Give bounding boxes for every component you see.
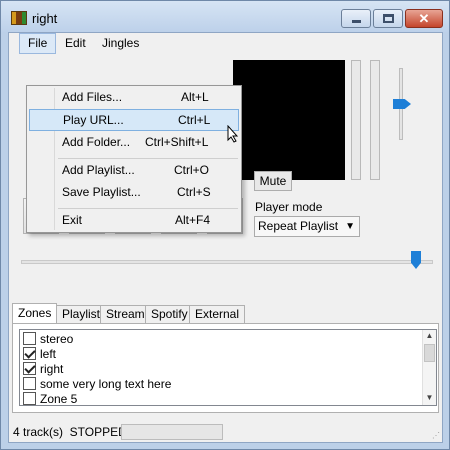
player-mode-value: Repeat Playlist xyxy=(258,219,339,233)
list-item[interactable]: Zone 5 xyxy=(23,391,78,406)
close-icon: ✕ xyxy=(418,11,430,26)
tab-zones[interactable]: Zones xyxy=(12,303,58,324)
tab-external[interactable]: External xyxy=(189,305,246,323)
position-slider-track[interactable] xyxy=(21,260,433,264)
menu-item-label: Play URL... xyxy=(63,113,124,127)
menu-item-label: Add Files... xyxy=(62,90,123,104)
zone-label: stereo xyxy=(40,331,74,346)
list-item[interactable]: some very long text here xyxy=(23,376,171,391)
menu-item-shortcut: Alt+F4 xyxy=(175,213,211,227)
client-area: File Edit Jingles 3 Mute Player mode Rep… xyxy=(8,32,443,443)
window-title: right xyxy=(32,11,58,26)
status-bar: 4 track(s) STOPPED ⋰ xyxy=(9,422,442,442)
status-progress-bar xyxy=(121,424,223,440)
menu-item-add-files[interactable]: Add Files... Alt+L xyxy=(29,86,239,108)
menu-item-label: Add Folder... xyxy=(62,135,131,149)
list-item[interactable]: left xyxy=(23,346,56,361)
vu-meter-right xyxy=(370,60,380,180)
resize-grip-icon[interactable]: ⋰ xyxy=(432,431,440,440)
player-mode-select[interactable]: Repeat Playlist ▼ xyxy=(254,216,360,237)
menu-item-label: Exit xyxy=(62,213,83,227)
list-scrollbar[interactable]: ▲ ▼ xyxy=(422,330,436,405)
menu-item-shortcut: Ctrl+Shift+L xyxy=(145,135,209,149)
zone-label: Zone 5 xyxy=(40,391,78,406)
menu-item-shortcut: Ctrl+L xyxy=(178,113,211,127)
tab-stream[interactable]: Stream xyxy=(100,305,151,323)
maximize-icon xyxy=(382,14,394,23)
position-slider-thumb[interactable] xyxy=(411,251,421,269)
file-menu-dropdown: Add Files... Alt+L Play URL... Ctrl+L Ad… xyxy=(26,85,242,233)
video-display xyxy=(233,60,345,180)
player-mode-label: Player mode xyxy=(255,200,323,214)
mute-button[interactable]: Mute xyxy=(254,171,292,191)
zone-checkbox[interactable] xyxy=(23,392,36,405)
zones-panel: stereo left right some very long text he… xyxy=(12,323,439,413)
scroll-down-icon[interactable]: ▼ xyxy=(423,393,436,402)
list-item[interactable]: right xyxy=(23,361,63,376)
tab-playlist[interactable]: Playlist xyxy=(56,305,107,323)
list-item[interactable]: stereo xyxy=(23,331,73,346)
menu-item-shortcut: Ctrl+O xyxy=(174,163,210,177)
chevron-down-icon: ▼ xyxy=(345,221,355,232)
menu-item-exit[interactable]: Exit Alt+F4 xyxy=(29,209,239,231)
scrollbar-thumb[interactable] xyxy=(424,344,435,362)
menu-item-shortcut: Alt+L xyxy=(181,90,209,104)
menu-item-save-playlist[interactable]: Save Playlist... Ctrl+S xyxy=(29,181,239,203)
minimize-button[interactable] xyxy=(341,9,371,28)
app-window: right ✕ File Edit Jingles 3 Mute xyxy=(0,0,450,450)
volume-slider-thumb[interactable] xyxy=(393,99,411,109)
menu-item-label: Save Playlist... xyxy=(62,185,141,199)
menu-file[interactable]: File xyxy=(19,33,57,54)
vu-meter-left xyxy=(351,60,361,180)
mouse-cursor-icon xyxy=(227,125,239,143)
zone-checkbox[interactable] xyxy=(23,362,36,375)
menu-item-label: Add Playlist... xyxy=(62,163,135,177)
minimize-icon xyxy=(351,20,361,23)
zone-checkbox[interactable] xyxy=(23,377,36,390)
menu-jingles[interactable]: Jingles xyxy=(94,33,147,54)
menu-edit[interactable]: Edit xyxy=(57,33,94,54)
menu-bar: File Edit Jingles xyxy=(9,33,442,54)
menu-item-add-folder[interactable]: Add Folder... Ctrl+Shift+L xyxy=(29,131,239,153)
tab-spotify[interactable]: Spotify xyxy=(145,305,194,323)
app-logo-icon xyxy=(11,11,27,25)
menu-item-play-url[interactable]: Play URL... Ctrl+L xyxy=(29,109,239,131)
zone-checkbox[interactable] xyxy=(23,332,36,345)
zones-list[interactable]: stereo left right some very long text he… xyxy=(19,329,437,406)
status-text: 4 track(s) STOPPED xyxy=(13,425,127,439)
title-bar[interactable]: right ✕ xyxy=(1,1,449,32)
menu-item-shortcut: Ctrl+S xyxy=(177,185,211,199)
scroll-up-icon[interactable]: ▲ xyxy=(423,331,436,340)
zone-label: left xyxy=(40,346,57,361)
zone-label: right xyxy=(40,361,64,376)
maximize-button[interactable] xyxy=(373,9,403,28)
close-button[interactable]: ✕ xyxy=(405,9,443,28)
zone-checkbox[interactable] xyxy=(23,347,36,360)
zone-label: some very long text here xyxy=(40,376,172,391)
menu-item-add-playlist[interactable]: Add Playlist... Ctrl+O xyxy=(29,159,239,181)
